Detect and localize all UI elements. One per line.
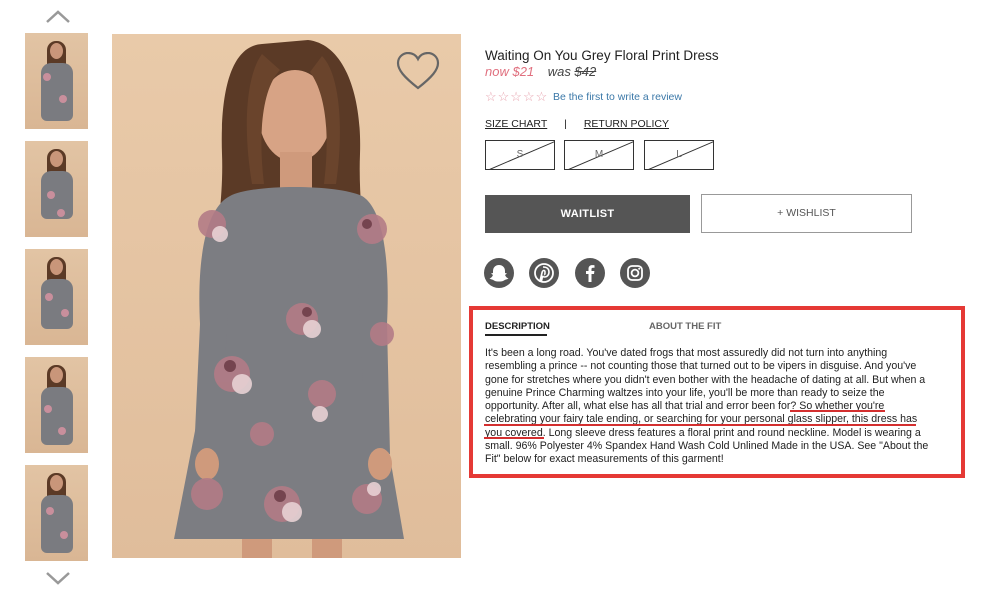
thumbnail-scroll-down-icon[interactable] xyxy=(45,571,71,585)
thumbnail-1[interactable] xyxy=(25,33,88,129)
size-option-m[interactable]: M xyxy=(564,140,634,170)
tab-description[interactable]: DESCRIPTION xyxy=(485,321,550,332)
highlight-underline xyxy=(484,424,916,426)
favorite-heart-icon[interactable] xyxy=(396,51,440,92)
original-price: $42 xyxy=(574,64,597,79)
link-separator: | xyxy=(564,118,567,130)
price-row: now $21 was $42 xyxy=(485,64,596,79)
thumbnail-2[interactable] xyxy=(25,141,88,237)
instagram-icon[interactable] xyxy=(620,258,650,288)
wishlist-button[interactable]: + WISHLIST xyxy=(701,194,912,233)
highlight-underline xyxy=(484,437,544,439)
thumbnail-5[interactable] xyxy=(25,465,88,561)
size-option-s[interactable]: S xyxy=(485,140,555,170)
info-links: SIZE CHART | RETURN POLICY xyxy=(485,118,669,130)
size-chart-link[interactable]: SIZE CHART xyxy=(485,118,547,130)
tab-about-the-fit[interactable]: ABOUT THE FIT xyxy=(649,321,721,332)
thumbnail-3[interactable] xyxy=(25,249,88,345)
size-option-l[interactable]: L xyxy=(644,140,714,170)
was-label: was $42 xyxy=(547,64,597,79)
active-tab-underline xyxy=(485,334,547,336)
facebook-icon[interactable] xyxy=(575,258,605,288)
pinterest-icon[interactable] xyxy=(529,258,559,288)
thumbnail-4[interactable] xyxy=(25,357,88,453)
waitlist-button[interactable]: WAITLIST xyxy=(485,195,690,233)
product-description: It's been a long road. You've dated frog… xyxy=(485,347,929,466)
rating-stars[interactable]: ☆☆☆☆☆ xyxy=(485,89,548,105)
current-price: now $21 xyxy=(485,64,535,79)
return-policy-link[interactable]: RETURN POLICY xyxy=(584,118,669,130)
product-title: Waiting On You Grey Floral Print Dress xyxy=(485,48,719,63)
highlight-underline xyxy=(790,410,885,412)
main-product-image xyxy=(112,34,461,558)
write-review-link[interactable]: Be the first to write a review xyxy=(553,91,682,103)
snapchat-icon[interactable] xyxy=(484,258,514,288)
thumbnail-scroll-up-icon[interactable] xyxy=(45,10,71,24)
